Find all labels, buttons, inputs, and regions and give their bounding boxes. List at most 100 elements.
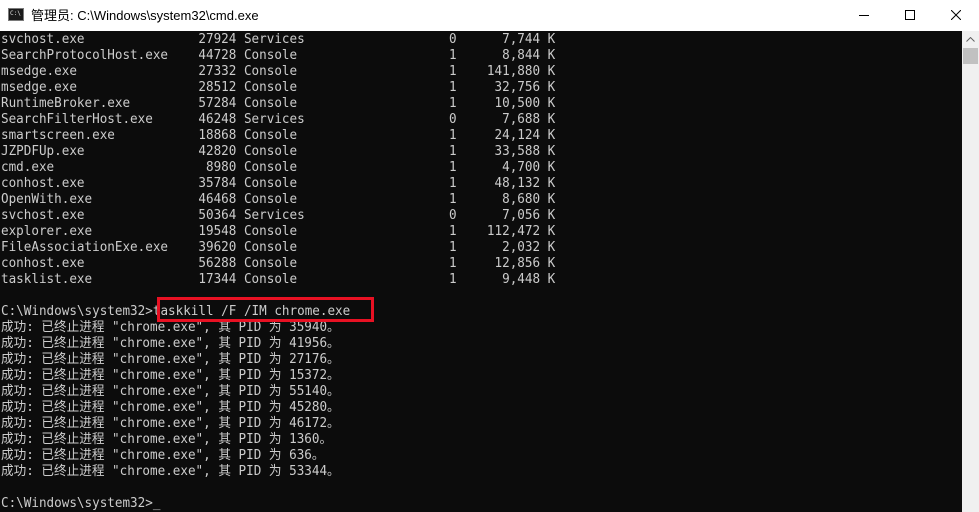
process-pid: 27924 [198, 32, 237, 47]
process-row: tasklist.exe 17344 Console 1 9,448 K [1, 272, 555, 288]
cmd-window: C:\ 管理员: C:\Windows\system32\cmd.exe svc… [0, 0, 979, 512]
process-row: msedge.exe 27332 Console 1 141,880 K [1, 64, 555, 80]
title-bar[interactable]: C:\ 管理员: C:\Windows\system32\cmd.exe [0, 0, 979, 32]
process-memory: 112,472 K [456, 224, 556, 239]
process-session-name: Console [243, 128, 305, 143]
process-pid: 42820 [198, 144, 237, 159]
process-memory: 9,448 K [456, 272, 556, 287]
process-memory: 48,132 K [456, 176, 556, 191]
process-session-name: Console [243, 240, 305, 255]
final-prompt-line: C:\Windows\system32>_ [1, 496, 555, 512]
scroll-thumb[interactable] [963, 48, 978, 64]
result-text: 成功: 已终止进程 "chrome.exe", 其 PID 为 53344。 [1, 464, 340, 479]
process-memory: 32,756 K [456, 80, 556, 95]
process-session-number: 1 [304, 64, 457, 79]
final-prompt: C:\Windows\system32> [1, 496, 153, 511]
process-pid: 46468 [198, 192, 237, 207]
close-button[interactable] [933, 0, 979, 31]
process-name: SearchFilterHost.exe [1, 112, 199, 127]
process-session-number: 0 [304, 208, 457, 223]
process-name: cmd.exe [1, 160, 199, 175]
result-line: 成功: 已终止进程 "chrome.exe", 其 PID 为 46172。 [1, 416, 555, 432]
result-line: 成功: 已终止进程 "chrome.exe", 其 PID 为 53344。 [1, 464, 555, 480]
process-pid: 57284 [198, 96, 237, 111]
result-text: 成功: 已终止进程 "chrome.exe", 其 PID 为 27176。 [1, 352, 340, 367]
process-pid: 44728 [198, 48, 237, 63]
process-session-name: Console [243, 224, 305, 239]
process-row: conhost.exe 56288 Console 1 12,856 K [1, 256, 555, 272]
result-text: 成功: 已终止进程 "chrome.exe", 其 PID 为 1360。 [1, 432, 333, 447]
process-name: SearchProtocolHost.exe [1, 48, 199, 63]
cmd-app-icon[interactable]: C:\ [8, 8, 24, 21]
process-row: svchost.exe 27924 Services 0 7,744 K [1, 32, 555, 48]
result-line: 成功: 已终止进程 "chrome.exe", 其 PID 为 45280。 [1, 400, 555, 416]
process-pid: 50364 [198, 208, 237, 223]
process-pid: 56288 [198, 256, 237, 271]
console-text: svchost.exe 27924 Services 0 7,744 K Sear… [1, 32, 555, 512]
process-session-name: Console [243, 160, 305, 175]
process-name: OpenWith.exe [1, 192, 199, 207]
process-session-number: 0 [304, 32, 457, 47]
result-text: 成功: 已终止进程 "chrome.exe", 其 PID 为 15372。 [1, 368, 340, 383]
text-cursor: _ [152, 496, 161, 511]
process-pid: 28512 [198, 80, 237, 95]
process-session-number: 1 [304, 96, 457, 111]
process-session-number: 1 [304, 176, 457, 191]
process-name: conhost.exe [1, 256, 199, 271]
process-name: msedge.exe [1, 64, 199, 79]
result-text: 成功: 已终止进程 "chrome.exe", 其 PID 为 41956。 [1, 336, 340, 351]
result-line: 成功: 已终止进程 "chrome.exe", 其 PID 为 35940。 [1, 320, 555, 336]
process-pid: 17344 [198, 272, 237, 287]
console-output[interactable]: svchost.exe 27924 Services 0 7,744 K Sear… [0, 31, 962, 512]
process-row: msedge.exe 28512 Console 1 32,756 K [1, 80, 555, 96]
process-session-name: Console [243, 96, 305, 111]
process-session-number: 1 [304, 240, 457, 255]
result-line: 成功: 已终止进程 "chrome.exe", 其 PID 为 15372。 [1, 368, 555, 384]
process-session-number: 1 [304, 192, 457, 207]
process-name: RuntimeBroker.exe [1, 96, 199, 111]
process-row: cmd.exe 8980 Console 1 4,700 K [1, 160, 555, 176]
result-line: 成功: 已终止进程 "chrome.exe", 其 PID 为 41956。 [1, 336, 555, 352]
maximize-button[interactable] [887, 0, 933, 31]
process-row: svchost.exe 50364 Services 0 7,056 K [1, 208, 555, 224]
process-session-name: Console [243, 272, 305, 287]
process-session-number: 1 [304, 128, 457, 143]
process-name: svchost.exe [1, 208, 199, 223]
process-row: FileAssociationExe.exe 39620 Console 1 2… [1, 240, 555, 256]
process-name: FileAssociationExe.exe [1, 240, 199, 255]
process-memory: 24,124 K [456, 128, 556, 143]
process-memory: 7,744 K [456, 32, 556, 47]
process-session-name: Console [243, 48, 305, 63]
process-memory: 8,844 K [456, 48, 556, 63]
process-row: smartscreen.exe 18868 Console 1 24,124 K [1, 128, 555, 144]
minimize-button[interactable] [841, 0, 887, 31]
process-session-name: Services [243, 112, 305, 127]
process-session-name: Console [243, 192, 305, 207]
process-memory: 12,856 K [456, 256, 556, 271]
result-text: 成功: 已终止进程 "chrome.exe", 其 PID 为 46172。 [1, 416, 340, 431]
result-text: 成功: 已终止进程 "chrome.exe", 其 PID 为 45280。 [1, 400, 340, 415]
scroll-up-button[interactable] [962, 31, 979, 48]
process-name: smartscreen.exe [1, 128, 199, 143]
command-prompt: C:\Windows\system32> [1, 304, 153, 319]
process-session-name: Services [243, 208, 305, 223]
process-session-name: Services [243, 32, 305, 47]
process-session-number: 1 [304, 80, 457, 95]
process-name: explorer.exe [1, 224, 199, 239]
process-row: OpenWith.exe 46468 Console 1 8,680 K [1, 192, 555, 208]
result-line: 成功: 已终止进程 "chrome.exe", 其 PID 为 636。 [1, 448, 555, 464]
process-name: svchost.exe [1, 32, 199, 47]
result-text: 成功: 已终止进程 "chrome.exe", 其 PID 为 55140。 [1, 384, 340, 399]
process-pid: 39620 [198, 240, 237, 255]
process-session-name: Console [243, 256, 305, 271]
process-pid: 35784 [198, 176, 237, 191]
result-text: 成功: 已终止进程 "chrome.exe", 其 PID 为 35940。 [1, 320, 340, 335]
vertical-scrollbar[interactable] [962, 31, 979, 512]
result-line: 成功: 已终止进程 "chrome.exe", 其 PID 为 1360。 [1, 432, 555, 448]
process-session-number: 1 [304, 144, 457, 159]
process-row: RuntimeBroker.exe 57284 Console 1 10,500… [1, 96, 555, 112]
process-session-name: Console [243, 144, 305, 159]
process-pid: 46248 [198, 112, 237, 127]
process-name: tasklist.exe [1, 272, 199, 287]
maximize-icon [905, 10, 915, 20]
